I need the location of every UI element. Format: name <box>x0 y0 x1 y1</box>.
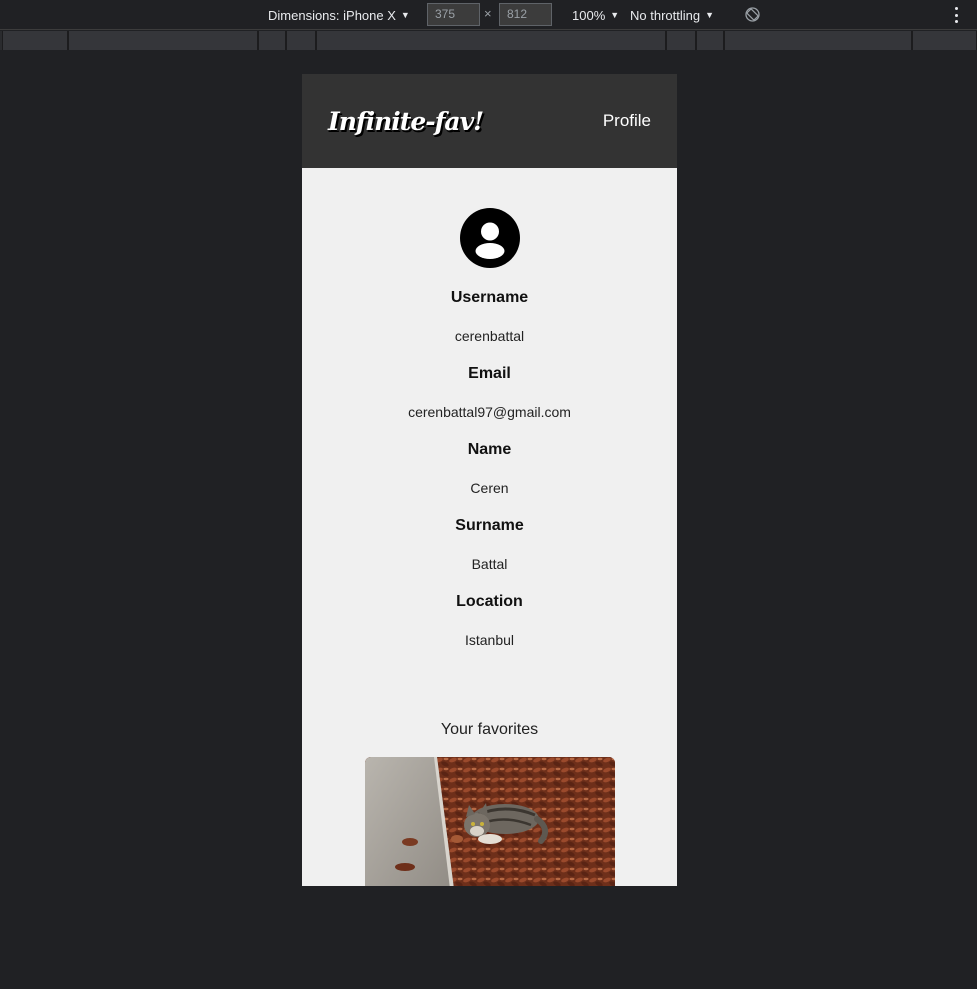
dimensions-label: Dimensions: iPhone X <box>268 7 396 23</box>
throttling-dropdown[interactable]: No throttling ▼ <box>630 0 714 30</box>
dimensions-dropdown[interactable]: Dimensions: iPhone X ▼ <box>268 0 410 30</box>
devtools-device-toolbar: Dimensions: iPhone X ▼ 375 × 812 100% ▼ … <box>0 0 977 30</box>
media-query-bar <box>0 31 977 50</box>
username-label: Username <box>450 289 529 306</box>
media-query-segment[interactable] <box>696 31 724 50</box>
nav-profile-link[interactable]: Profile <box>603 111 651 131</box>
media-query-segment[interactable] <box>68 31 258 50</box>
zoom-label: 100% <box>572 7 606 23</box>
media-query-segment[interactable] <box>2 31 68 50</box>
times-separator: × <box>484 6 492 21</box>
media-query-segment[interactable] <box>912 31 977 50</box>
media-query-segment[interactable] <box>286 31 316 50</box>
height-input[interactable]: 812 <box>499 3 552 26</box>
favorites-title: Your favorites <box>440 721 539 738</box>
media-query-segment[interactable] <box>666 31 696 50</box>
location-value: Istanbul <box>464 632 515 648</box>
dropdown-caret-icon: ▼ <box>610 10 620 20</box>
throttling-label: No throttling <box>630 7 701 23</box>
location-label: Location <box>456 593 523 610</box>
width-input[interactable]: 375 <box>427 3 480 26</box>
media-query-segment[interactable] <box>258 31 286 50</box>
more-options-icon[interactable] <box>955 6 959 24</box>
rotate-icon[interactable] <box>744 6 761 23</box>
email-label: Email <box>468 365 511 382</box>
name-value: Ceren <box>470 480 509 496</box>
dropdown-caret-icon: ▼ <box>705 10 715 20</box>
media-query-segment[interactable] <box>316 31 666 50</box>
dropdown-caret-icon: ▼ <box>400 10 410 20</box>
media-query-segment[interactable] <box>724 31 912 50</box>
favorite-image-card[interactable] <box>364 757 615 886</box>
device-viewport: Infinite-fav! Profile Username cerenbatt… <box>302 74 677 886</box>
zoom-dropdown[interactable]: 100% ▼ <box>572 0 619 30</box>
navbar: Infinite-fav! Profile <box>302 74 677 168</box>
name-label: Name <box>467 441 512 458</box>
surname-value: Battal <box>471 556 508 572</box>
profile-section: Username cerenbattal Email cerenbattal97… <box>302 168 677 886</box>
username-value: cerenbattal <box>454 328 525 344</box>
app-logo[interactable]: Infinite-fav! <box>328 107 484 136</box>
user-avatar-icon <box>459 208 520 268</box>
cat-photo <box>364 757 615 886</box>
surname-label: Surname <box>455 517 524 534</box>
email-value: cerenbattal97@gmail.com <box>408 404 571 420</box>
